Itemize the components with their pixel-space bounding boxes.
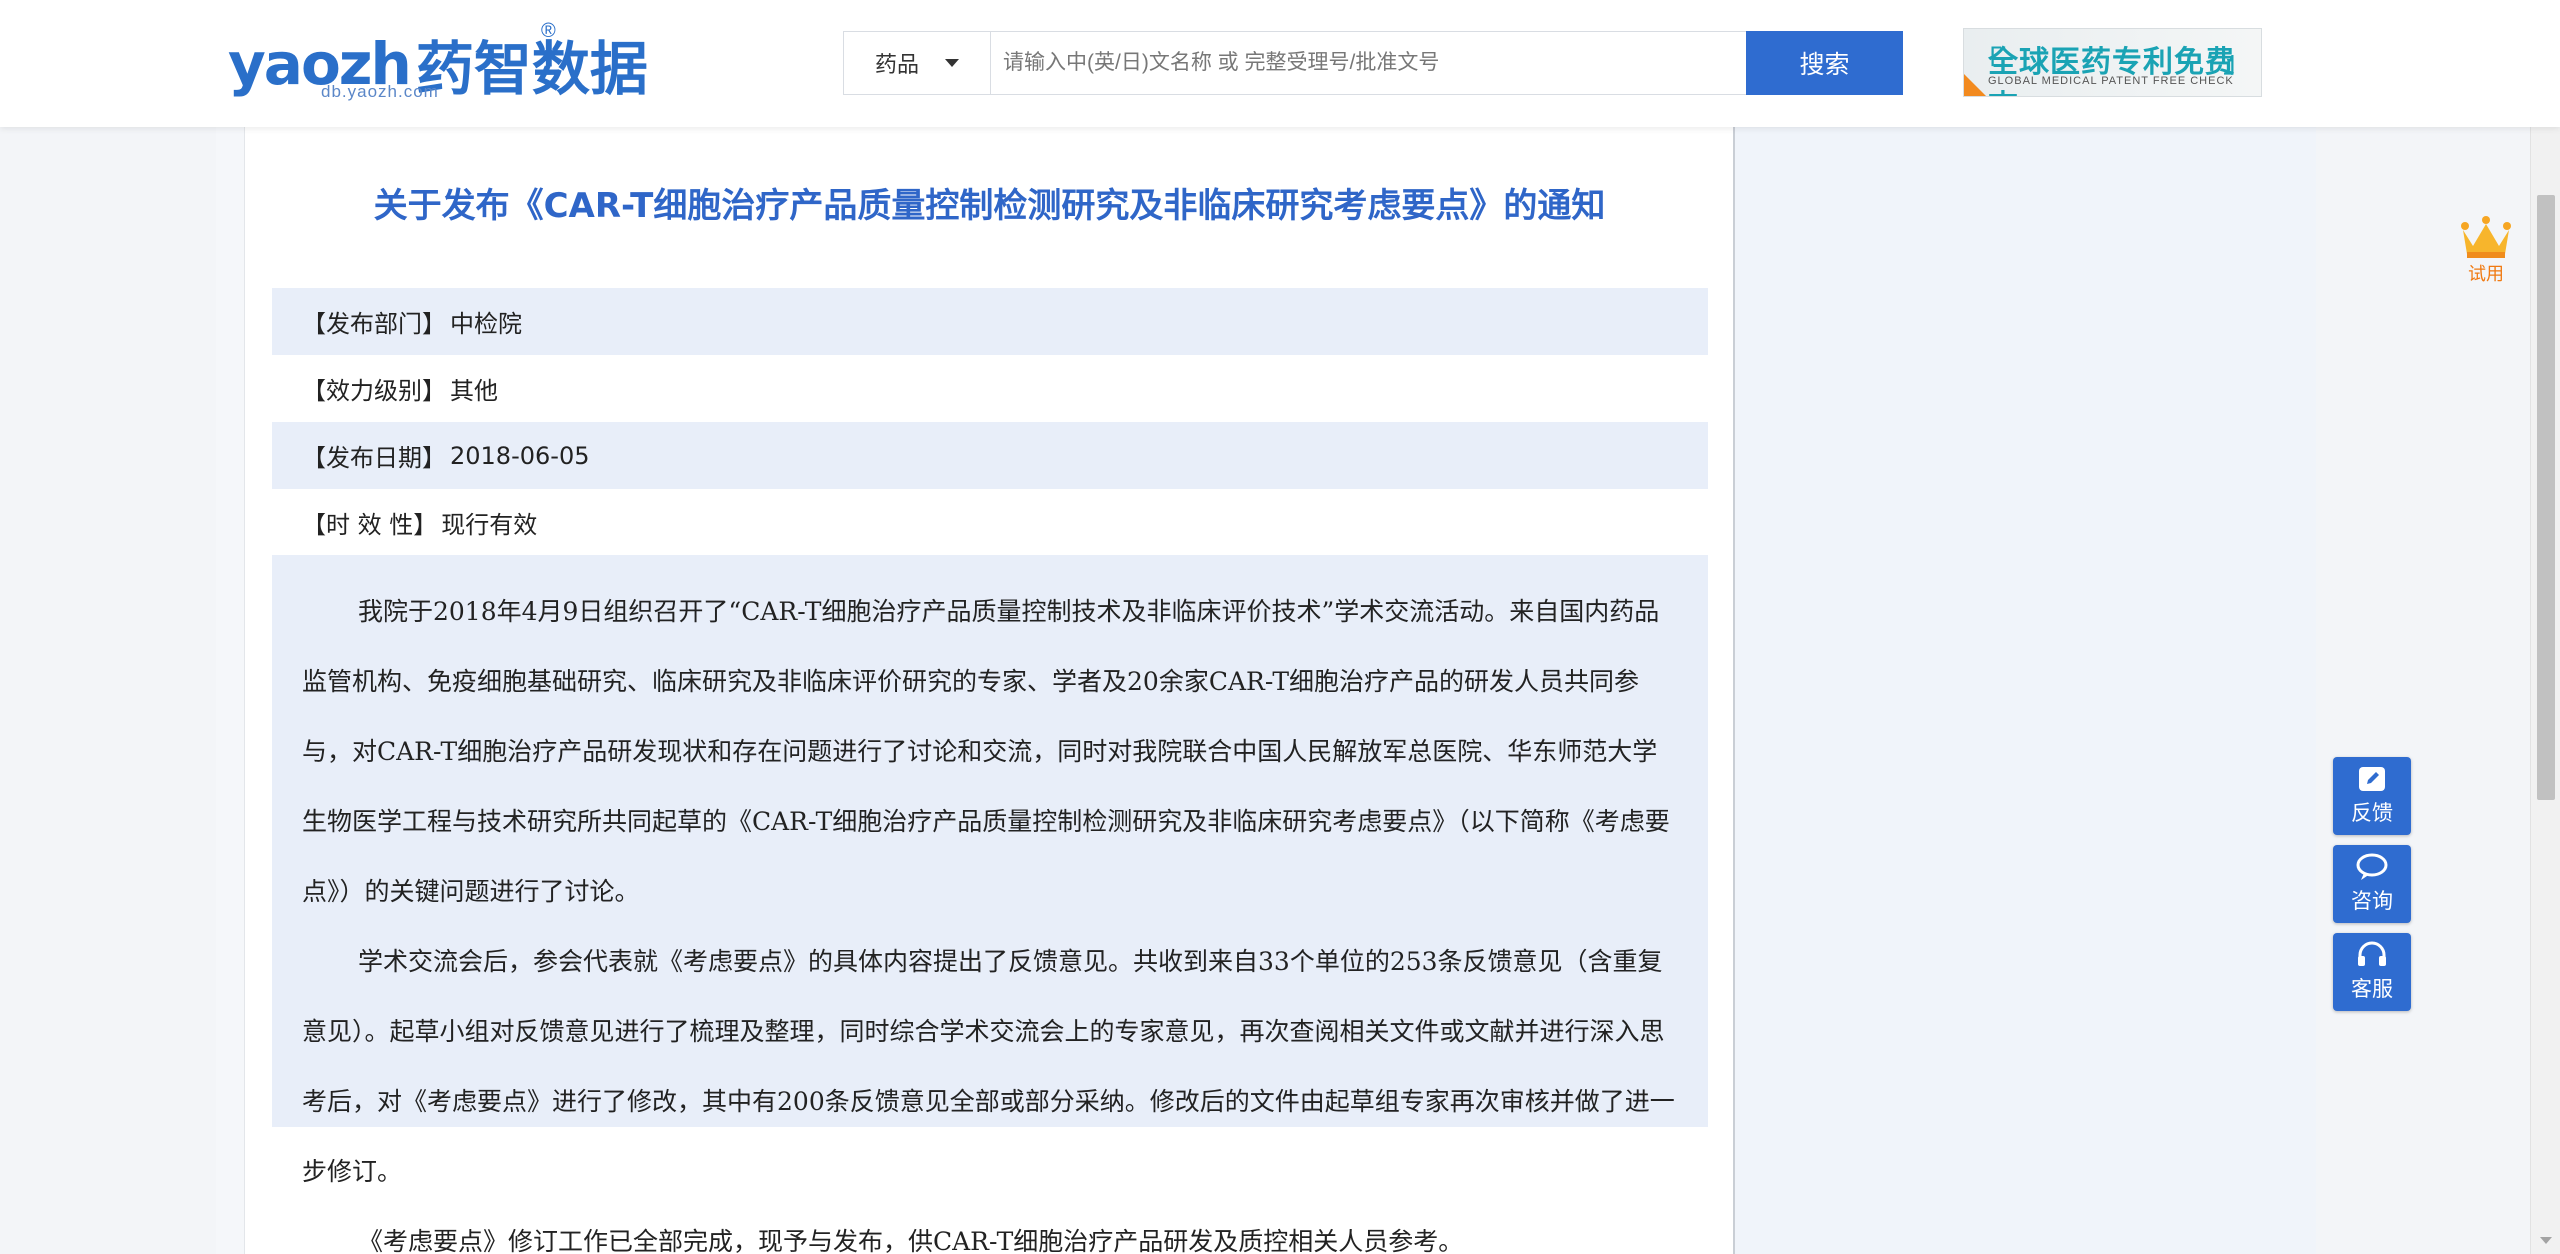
feedback-label: 反馈 xyxy=(2351,801,2393,825)
meta-row-date: 【发布日期】 2018-06-05 xyxy=(272,422,1708,489)
search-input[interactable] xyxy=(991,32,1746,94)
scroll-down-icon[interactable] xyxy=(2540,1237,2552,1244)
trial-label: 试用 xyxy=(2468,264,2504,285)
logo-subtitle: db.yaozh.com xyxy=(321,82,439,101)
logo-registered-mark: ® xyxy=(541,20,556,42)
meta-label: 【时 效 性】 xyxy=(302,511,438,539)
right-panel xyxy=(1735,127,2316,1254)
meta-row-validity: 【时 效 性】 现行有效 xyxy=(272,489,1708,556)
search-category-value: 药品 xyxy=(874,52,919,77)
edit-icon xyxy=(2359,767,2385,791)
meta-label: 【发布日期】 xyxy=(302,444,446,472)
search-button[interactable]: 搜索 xyxy=(1746,31,1903,95)
article-body: 我院于2018年4月9日组织召开了“CAR-T细胞治疗产品质量控制技术及非临床评… xyxy=(272,555,1708,1254)
vertical-scrollbar[interactable] xyxy=(2530,0,2560,1254)
consult-button[interactable]: 咨询 xyxy=(2333,845,2411,923)
body-paragraph: 《考虑要点》修订工作已全部完成，现予与发布，供CAR-T细胞治疗产品研发及质控相… xyxy=(358,1227,1464,1254)
meta-value: 中检院 xyxy=(450,310,522,338)
banner-main-text: 全球医药专利免费查 xyxy=(1988,45,2236,96)
meta-row-department: 【发布部门】 中检院 xyxy=(272,288,1708,355)
service-button[interactable]: 客服 xyxy=(2333,933,2411,1011)
article-title: 关于发布《CAR-T细胞治疗产品质量控制检测研究及非临床研究考虑要点》的通知 xyxy=(373,186,1606,226)
meta-label: 【发布部门】 xyxy=(302,310,446,338)
meta-label: 【效力级别】 xyxy=(302,377,446,405)
logo-cn-text: 药智数据 xyxy=(415,35,648,103)
headset-icon xyxy=(2358,941,2386,966)
consult-label: 咨询 xyxy=(2351,889,2393,913)
feedback-button[interactable]: 反馈 xyxy=(2333,757,2411,835)
scrollbar-thumb[interactable] xyxy=(2537,195,2555,800)
trial-badge[interactable]: 试用 xyxy=(2456,216,2516,292)
body-paragraph: 学术交流会后，参会代表就《考虑要点》的具体内容提出了反馈意见。共收到来自33个单… xyxy=(302,947,1675,1186)
banner-corner-triangle xyxy=(1964,74,1986,96)
chat-bubble-icon xyxy=(2356,853,2388,880)
chevron-down-icon xyxy=(945,59,959,67)
body-paragraph: 我院于2018年4月9日组织召开了“CAR-T细胞治疗产品质量控制技术及非临床评… xyxy=(302,597,1670,906)
search-bar: 药品 搜索 xyxy=(843,31,1903,95)
banner-sub-text: GLOBAL MEDICAL PATENT FREE CHECK xyxy=(1988,75,2234,87)
crown-icon xyxy=(2459,216,2513,260)
site-logo[interactable]: yaozh 药智数据 ® db.yaozh.com xyxy=(228,20,678,103)
search-category-select[interactable]: 药品 xyxy=(844,32,991,94)
meta-row-level: 【效力级别】 其他 xyxy=(272,355,1708,422)
meta-value: 其他 xyxy=(450,377,498,405)
patent-banner[interactable]: 「 全球医药专利免费查 」 GLOBAL MEDICAL PATENT FREE… xyxy=(1963,28,2262,97)
meta-value: 2018-06-05 xyxy=(450,441,590,470)
service-label: 客服 xyxy=(2351,977,2393,1001)
meta-value: 现行有效 xyxy=(441,511,538,539)
site-header: yaozh 药智数据 ® db.yaozh.com 药品 搜索 「 全球医药专利… xyxy=(0,0,2560,127)
